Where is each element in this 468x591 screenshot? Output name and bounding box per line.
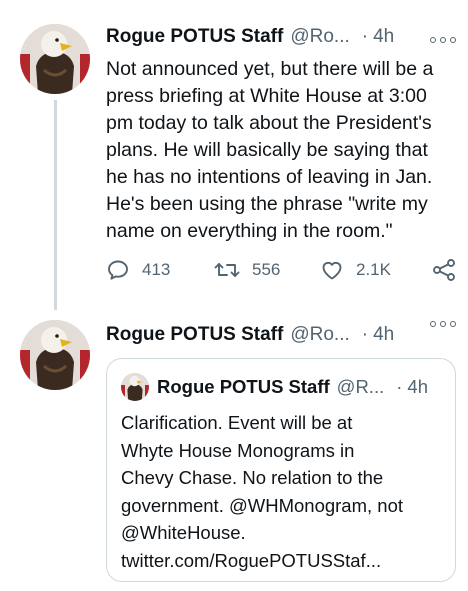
tweet-header: Rogue POTUS Staff @Ro... · 4h xyxy=(106,24,394,50)
tweet-time[interactable]: 4h xyxy=(373,26,394,48)
separator-dot: · xyxy=(396,376,403,397)
quoted-time: 4h xyxy=(407,376,428,397)
eagle-avatar-image xyxy=(20,320,90,390)
share-button[interactable] xyxy=(431,258,468,282)
quoted-author-handle: @R... xyxy=(336,376,385,397)
eagle-avatar-image xyxy=(20,24,90,94)
tweet[interactable]: Rogue POTUS Staff @Ro... · 4h Not announ… xyxy=(0,0,468,310)
quoted-text: Clarification. Event will be at Whyte Ho… xyxy=(121,412,403,571)
author-name[interactable]: Rogue POTUS Staff xyxy=(106,26,283,48)
retweet-count: 556 xyxy=(252,260,281,279)
like-button[interactable]: 2.1K xyxy=(320,258,391,282)
tweet[interactable]: Rogue POTUS Staff @Ro... · 4h Rogue POTU… xyxy=(0,310,468,591)
reply-count: 413 xyxy=(142,260,171,279)
share-icon xyxy=(433,259,455,281)
retweet-icon xyxy=(214,263,240,277)
author-name[interactable]: Rogue POTUS Staff xyxy=(106,324,283,346)
avatar[interactable] xyxy=(20,24,90,94)
tweet-header: Rogue POTUS Staff @Ro... · 4h xyxy=(106,322,394,348)
more-icon[interactable] xyxy=(430,35,456,45)
quoted-avatar xyxy=(121,373,149,401)
quoted-author-name: Rogue POTUS Staff xyxy=(157,376,330,397)
heart-icon xyxy=(322,261,342,280)
author-handle[interactable]: @Ro... xyxy=(290,26,349,48)
like-count: 2.1K xyxy=(356,260,391,279)
quoted-tweet[interactable]: Rogue POTUS Staff @R... · 4h Clarificati… xyxy=(106,358,456,582)
reply-icon xyxy=(108,260,128,280)
avatar[interactable] xyxy=(20,320,90,390)
retweet-button[interactable]: 556 xyxy=(214,258,280,282)
more-icon[interactable] xyxy=(430,319,456,329)
tweet-time[interactable]: 4h xyxy=(373,324,394,346)
separator-dot: · xyxy=(361,26,369,47)
tweet-actions: 413 556 2.1K xyxy=(106,258,458,284)
separator-dot: · xyxy=(361,324,369,345)
author-handle[interactable]: @Ro... xyxy=(290,324,349,346)
reply-button[interactable]: 413 xyxy=(106,258,170,282)
quoted-header: Rogue POTUS Staff @R... · 4h xyxy=(157,373,428,401)
tweet-text: Not announced yet, but there will be a p… xyxy=(106,58,434,242)
eagle-avatar-image xyxy=(121,373,149,401)
thread-line xyxy=(54,100,57,310)
